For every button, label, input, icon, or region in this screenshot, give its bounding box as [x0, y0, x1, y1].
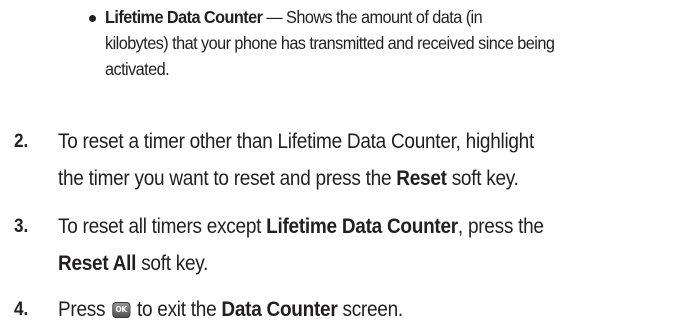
step-line-segment: soft key.	[446, 167, 519, 190]
step-line: To reset a timer other than Lifetime Dat…	[58, 130, 535, 153]
step-number: 2.	[14, 131, 29, 152]
step-line-segment: the timer you want to reset and press th…	[58, 167, 397, 190]
reset-soft-key-label: Reset	[396, 167, 447, 190]
bullet-term: Lifetime Data Counter	[105, 7, 263, 27]
step-line-segment: screen.	[337, 298, 403, 321]
step-text: To reset a timer other than Lifetime Dat…	[58, 123, 655, 197]
bullet-text: Lifetime Data Counter — Shows the amount…	[105, 4, 630, 82]
data-counter-screen-label: Data Counter	[221, 298, 338, 321]
step-text: Press OK to exit the Data Counter screen…	[58, 291, 655, 328]
step-number: 3.	[14, 216, 29, 237]
bullet-description-line1: — Shows the amount of data (in	[262, 7, 483, 27]
step-number: 4.	[14, 299, 29, 320]
lifetime-data-counter-label: Lifetime Data Counter	[266, 215, 458, 238]
step-line-segment: Press	[58, 298, 111, 321]
bullet-point-icon	[89, 15, 96, 22]
manual-page: Lifetime Data Counter — Shows the amount…	[0, 0, 673, 329]
step-line-segment: , press the	[457, 215, 544, 238]
reset-all-soft-key-label: Reset All	[58, 252, 137, 275]
step-line-segment: To reset all timers except	[58, 215, 267, 238]
step-text: To reset all timers except Lifetime Data…	[58, 208, 655, 282]
step-line-segment: soft key.	[136, 252, 209, 275]
ok-key-label: OK	[115, 305, 127, 314]
bullet-description-line3: activated.	[105, 59, 170, 79]
step-line-segment: to exit the	[131, 298, 222, 321]
bullet-description-line2: kilobytes) that your phone has transmitt…	[105, 33, 555, 53]
ok-key-icon: OK	[112, 302, 131, 318]
